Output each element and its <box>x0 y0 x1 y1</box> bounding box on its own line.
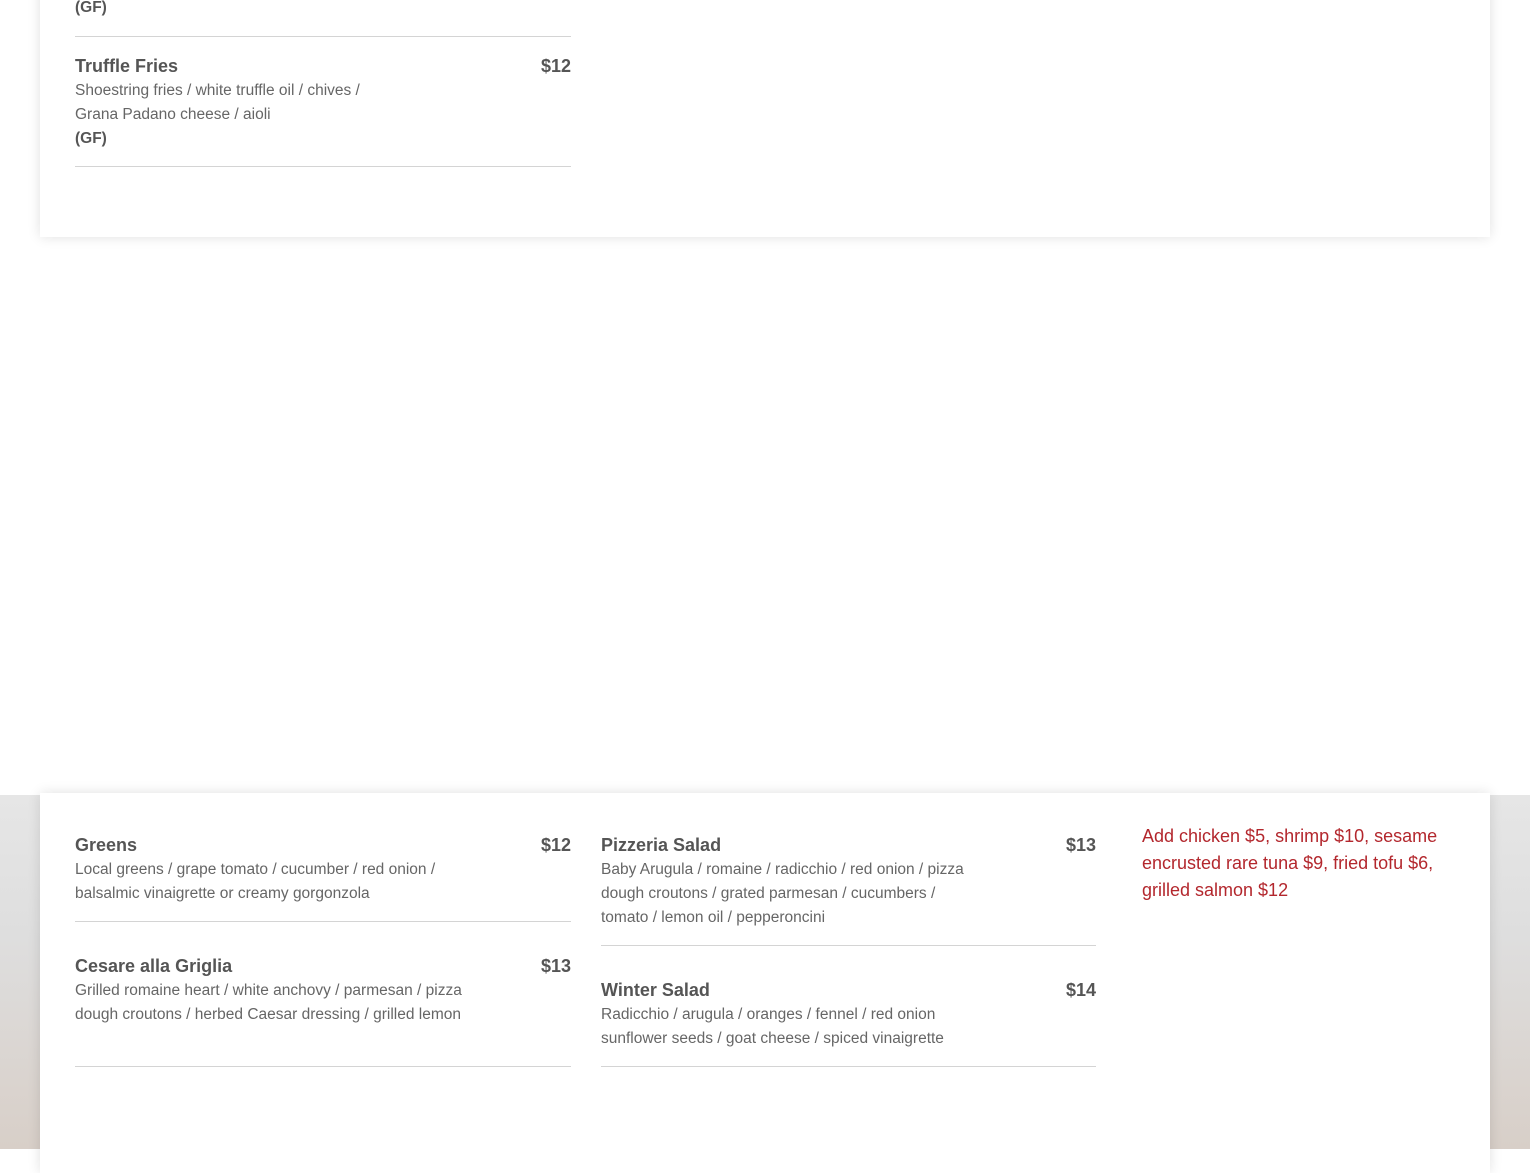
menu-item-name: Cesare alla Griglia <box>75 956 233 976</box>
menu-item-name: Winter Salad <box>601 980 710 1000</box>
menu-item-name: Pizzeria Salad <box>601 835 722 855</box>
gluten-free-tag: (GF) <box>75 0 107 16</box>
addon-note: Add chicken $5, shrimp $10, sesame encru… <box>1142 826 1438 900</box>
menu-item-price: $13 <box>1065 835 1096 855</box>
menu-item-cesare-alla-griglia: Cesare alla Griglia $13 Grilled romaine … <box>75 955 571 1067</box>
menu-item-name: Truffle Fries <box>75 56 179 76</box>
menu-item-pizzeria-salad: Pizzeria Salad $13 Baby Arugula / romain… <box>601 834 1096 946</box>
menu-item-price: $14 <box>1065 980 1096 1000</box>
menu-item-description: Shoestring fries / white truffle oil / c… <box>75 82 360 123</box>
menu-item-truffle-fries: Truffle Fries $12 Shoestring fries / whi… <box>75 55 571 167</box>
divider <box>75 36 571 37</box>
menu-item-description: Local greens / grape tomato / cucumber /… <box>75 861 436 902</box>
menu-item-description: Baby Arugula / romaine / radicchio / red… <box>601 861 964 926</box>
menu-item-price: $12 <box>540 56 571 76</box>
gluten-free-tag: (GF) <box>75 130 107 147</box>
menu-item-greens: Greens $12 Local greens / grape tomato /… <box>75 834 571 922</box>
menu-item-price: $13 <box>540 956 571 976</box>
menu-item-price: $12 <box>540 835 571 855</box>
menu-item-description: Grilled romaine heart / white anchovy / … <box>75 982 462 1023</box>
menu-item-name: Greens <box>75 835 138 855</box>
menu-item-winter-salad: Winter Salad $14 Radicchio / arugula / o… <box>601 979 1096 1067</box>
menu-item-description: Radicchio / arugula / oranges / fennel /… <box>601 1006 944 1047</box>
